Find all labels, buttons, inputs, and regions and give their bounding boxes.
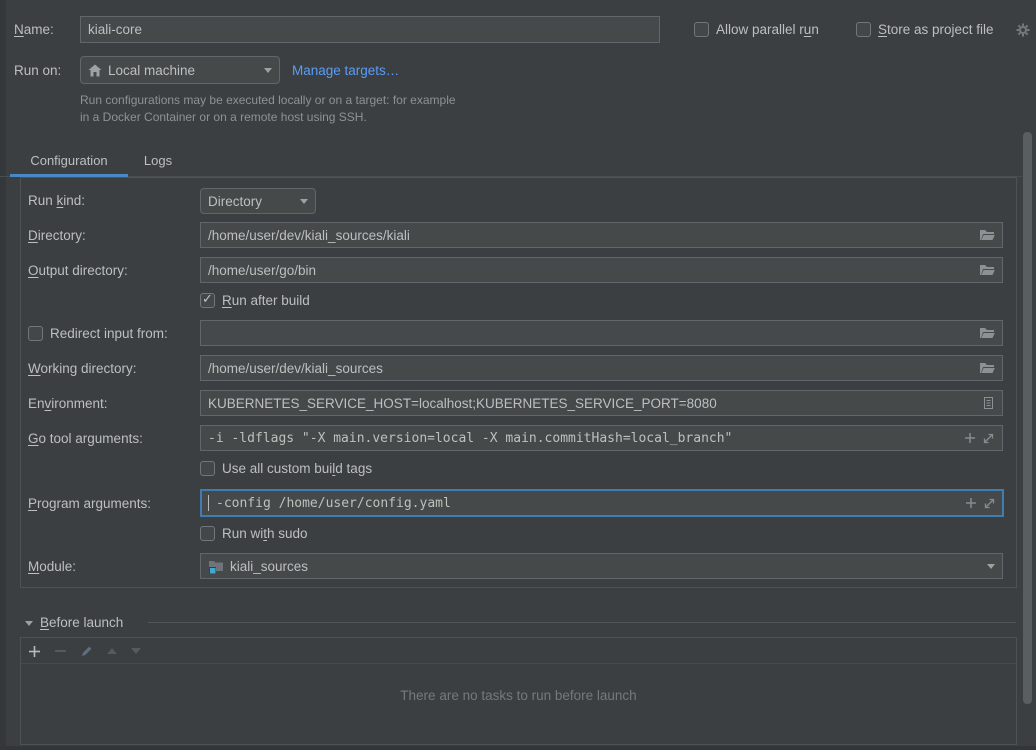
program-arguments-label: Program arguments: — [28, 496, 151, 512]
run-with-sudo-checkbox[interactable] — [200, 526, 215, 541]
use-custom-build-tags-label: Use all custom build tags — [222, 461, 372, 477]
folder-icon[interactable] — [979, 326, 995, 340]
environment-input[interactable]: KUBERNETES_SERVICE_HOST=localhost;KUBERN… — [200, 390, 1003, 416]
minus-icon — [55, 650, 66, 652]
before-launch-separator — [148, 622, 1016, 623]
before-launch-toolbar — [21, 638, 1016, 664]
redirect-input-from-checkbox[interactable] — [28, 326, 43, 341]
allow-parallel-run-checkbox[interactable] — [694, 22, 709, 37]
chevron-down-icon — [300, 199, 308, 204]
expand-icon[interactable] — [982, 432, 995, 445]
run-debug-configuration-dialog: Name: kiali-core Allow parallel run Stor… — [0, 0, 1036, 750]
module-select[interactable]: kiali_sources — [200, 553, 1003, 579]
directory-value: /home/user/dev/kiali_sources/kiali — [208, 228, 973, 243]
name-input[interactable]: kiali-core — [80, 16, 660, 43]
folder-icon[interactable] — [979, 361, 995, 375]
go-tool-arguments-value: -i -ldflags "-X main.version=local -X ma… — [208, 431, 958, 446]
output-directory-input[interactable]: /home/user/go/bin — [200, 257, 1003, 283]
tab-logs[interactable]: Logs — [128, 153, 188, 168]
output-directory-label: Output directory: — [28, 263, 128, 279]
run-kind-select[interactable]: Directory — [200, 188, 316, 214]
go-tool-arguments-label: Go tool arguments: — [28, 431, 143, 447]
plus-icon[interactable] — [965, 497, 977, 509]
program-arguments-value: -config /home/user/config.yaml — [216, 496, 959, 511]
dialog-bottom-edge — [0, 746, 1036, 750]
chevron-down-icon — [987, 564, 995, 569]
tab-configuration[interactable]: Configuration — [10, 153, 128, 168]
manage-targets-link[interactable]: Manage targets… — [292, 63, 399, 78]
run-kind-value: Directory — [208, 194, 294, 209]
environment-value: KUBERNETES_SERVICE_HOST=localhost;KUBERN… — [208, 396, 976, 411]
text-caret — [208, 495, 209, 511]
home-icon — [88, 64, 102, 77]
folder-icon[interactable] — [979, 228, 995, 242]
store-as-project-file-label: Store as project file — [878, 22, 994, 38]
name-label: Name: — [14, 22, 54, 38]
working-directory-label: Working directory: — [28, 361, 137, 377]
store-as-project-file-checkbox[interactable] — [856, 22, 871, 37]
edit-task-button[interactable] — [78, 643, 94, 659]
run-on-select[interactable]: Local machine — [80, 56, 280, 84]
move-up-button[interactable] — [104, 643, 120, 659]
before-launch-collapse-icon[interactable] — [25, 621, 33, 626]
folder-icon[interactable] — [979, 263, 995, 277]
arrow-up-icon — [107, 648, 117, 654]
module-icon — [208, 559, 224, 574]
working-directory-value: /home/user/dev/kiali_sources — [208, 361, 973, 376]
directory-input[interactable]: /home/user/dev/kiali_sources/kiali — [200, 222, 1003, 248]
plus-icon — [28, 645, 41, 658]
go-tool-arguments-input[interactable]: -i -ldflags "-X main.version=local -X ma… — [200, 425, 1003, 451]
redirect-input-from-label: Redirect input from: — [50, 326, 168, 342]
remove-task-button[interactable] — [52, 643, 68, 659]
use-custom-build-tags-checkbox[interactable] — [200, 461, 215, 476]
working-directory-input[interactable]: /home/user/dev/kiali_sources — [200, 355, 1003, 381]
run-on-hint-line2: in a Docker Container or on a remote hos… — [80, 109, 367, 126]
run-on-value: Local machine — [108, 63, 258, 78]
output-directory-value: /home/user/go/bin — [208, 263, 973, 278]
run-on-label: Run on: — [14, 63, 61, 79]
allow-parallel-run-label: Allow parallel run — [716, 22, 819, 38]
directory-label: Directory: — [28, 228, 86, 244]
pencil-icon — [80, 645, 93, 658]
gear-icon[interactable] — [1016, 23, 1030, 37]
vertical-scrollbar-thumb[interactable] — [1023, 132, 1032, 704]
redirect-input-from-input[interactable] — [200, 320, 1003, 346]
run-kind-label: Run kind: — [28, 193, 85, 209]
list-icon[interactable] — [982, 396, 995, 410]
run-on-hint-line1: Run configurations may be executed local… — [80, 92, 456, 109]
run-after-build-label: Run after build — [222, 293, 310, 309]
run-after-build-checkbox[interactable] — [200, 293, 215, 308]
before-launch-empty-text: There are no tasks to run before launch — [20, 688, 1017, 703]
module-label: Module: — [28, 559, 76, 575]
run-with-sudo-label: Run with sudo — [222, 526, 308, 542]
dialog-left-edge — [0, 0, 6, 750]
module-value: kiali_sources — [230, 559, 981, 574]
before-launch-label: Before launch — [40, 615, 123, 631]
expand-icon[interactable] — [983, 497, 996, 510]
environment-label: Environment: — [28, 396, 108, 412]
arrow-down-icon — [131, 648, 141, 654]
name-value: kiali-core — [88, 22, 652, 37]
plus-icon[interactable] — [964, 432, 976, 444]
chevron-down-icon — [264, 68, 272, 73]
add-task-button[interactable] — [26, 643, 42, 659]
program-arguments-input[interactable]: -config /home/user/config.yaml — [200, 489, 1004, 517]
move-down-button[interactable] — [128, 643, 144, 659]
